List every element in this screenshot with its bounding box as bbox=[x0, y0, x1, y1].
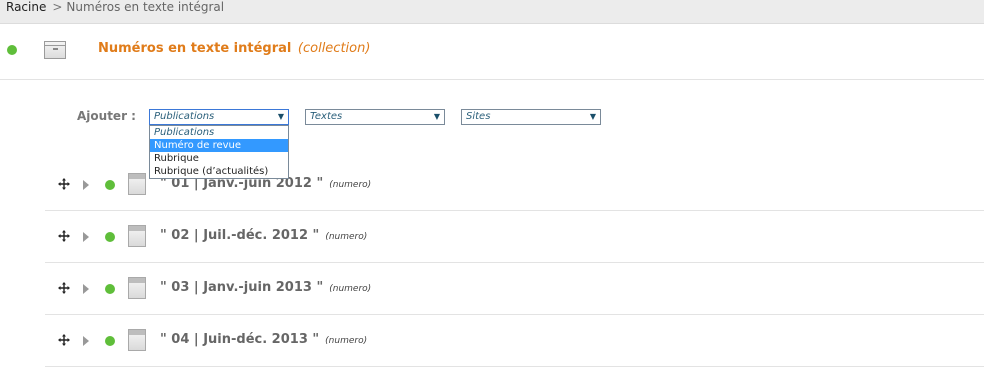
breadcrumb-separator: > bbox=[52, 0, 63, 14]
collection-title-text: Numéros en texte intégral bbox=[98, 41, 292, 56]
dropdown-option-rubrique-actualites[interactable]: Rubrique (d’actualités) bbox=[150, 165, 288, 178]
status-dot-icon bbox=[105, 232, 115, 242]
collection-header: Numéros en texte intégral (collection) bbox=[0, 24, 984, 80]
move-cross-icon[interactable] bbox=[58, 282, 70, 294]
publications-select[interactable]: Publications ▼ bbox=[149, 109, 289, 125]
item-title[interactable]: " 02 | Juil.-déc. 2012 " (numero) bbox=[160, 228, 367, 243]
item-type: (numero) bbox=[329, 284, 372, 294]
document-icon bbox=[128, 329, 146, 351]
collection-type: (collection) bbox=[297, 41, 371, 56]
sites-select-value: Sites bbox=[466, 111, 491, 122]
sites-select[interactable]: Sites ▼ bbox=[461, 109, 601, 125]
expand-triangle-icon[interactable] bbox=[83, 180, 89, 190]
item-title-text: " 04 | Juin-déc. 2013 " bbox=[160, 332, 320, 347]
chevron-down-icon: ▼ bbox=[277, 112, 284, 121]
breadcrumb-root-link[interactable]: Racine bbox=[6, 0, 46, 14]
status-dot-icon bbox=[105, 336, 115, 346]
collection-icon bbox=[44, 41, 66, 59]
list-item: " 02 | Juil.-déc. 2012 " (numero) bbox=[45, 211, 984, 263]
textes-select[interactable]: Textes ▼ bbox=[305, 109, 445, 125]
expand-triangle-icon[interactable] bbox=[83, 336, 89, 346]
status-dot-icon bbox=[7, 45, 17, 55]
document-icon bbox=[128, 225, 146, 247]
move-cross-icon[interactable] bbox=[58, 178, 70, 190]
status-dot-icon bbox=[105, 284, 115, 294]
move-cross-icon[interactable] bbox=[58, 230, 70, 242]
move-cross-icon[interactable] bbox=[58, 334, 70, 346]
document-icon bbox=[128, 277, 146, 299]
collection-title[interactable]: Numéros en texte intégral (collection) bbox=[98, 41, 370, 56]
publications-dropdown: Publications Numéro de revue Rubrique Ru… bbox=[149, 125, 289, 179]
chevron-down-icon: ▼ bbox=[433, 112, 440, 121]
dropdown-option-numero-de-revue[interactable]: Numéro de revue bbox=[150, 139, 288, 152]
list-item: " 03 | Janv.-juin 2013 " (numero) bbox=[45, 263, 984, 315]
document-icon bbox=[128, 173, 146, 195]
textes-select-value: Textes bbox=[310, 111, 343, 122]
item-title[interactable]: " 04 | Juin-déc. 2013 " (numero) bbox=[160, 332, 367, 347]
status-dot-icon bbox=[105, 180, 115, 190]
add-label: Ajouter : bbox=[77, 109, 136, 123]
breadcrumb-current: Numéros en texte intégral bbox=[66, 0, 225, 14]
chevron-down-icon: ▼ bbox=[589, 112, 596, 121]
expand-triangle-icon[interactable] bbox=[83, 232, 89, 242]
item-title-text: " 02 | Juil.-déc. 2012 " bbox=[160, 228, 320, 243]
publications-select-value: Publications bbox=[154, 111, 215, 122]
item-title[interactable]: " 03 | Janv.-juin 2013 " (numero) bbox=[160, 280, 371, 295]
list-item: " 04 | Juin-déc. 2013 " (numero) bbox=[45, 315, 984, 367]
item-title-text: " 03 | Janv.-juin 2013 " bbox=[160, 280, 324, 295]
expand-triangle-icon[interactable] bbox=[83, 284, 89, 294]
item-type: (numero) bbox=[325, 232, 368, 242]
breadcrumb: Racine > Numéros en texte intégral bbox=[0, 0, 984, 24]
dropdown-option-publications[interactable]: Publications bbox=[150, 126, 288, 139]
item-type: (numero) bbox=[325, 336, 368, 346]
dropdown-option-rubrique[interactable]: Rubrique bbox=[150, 152, 288, 165]
item-type: (numero) bbox=[329, 180, 372, 190]
